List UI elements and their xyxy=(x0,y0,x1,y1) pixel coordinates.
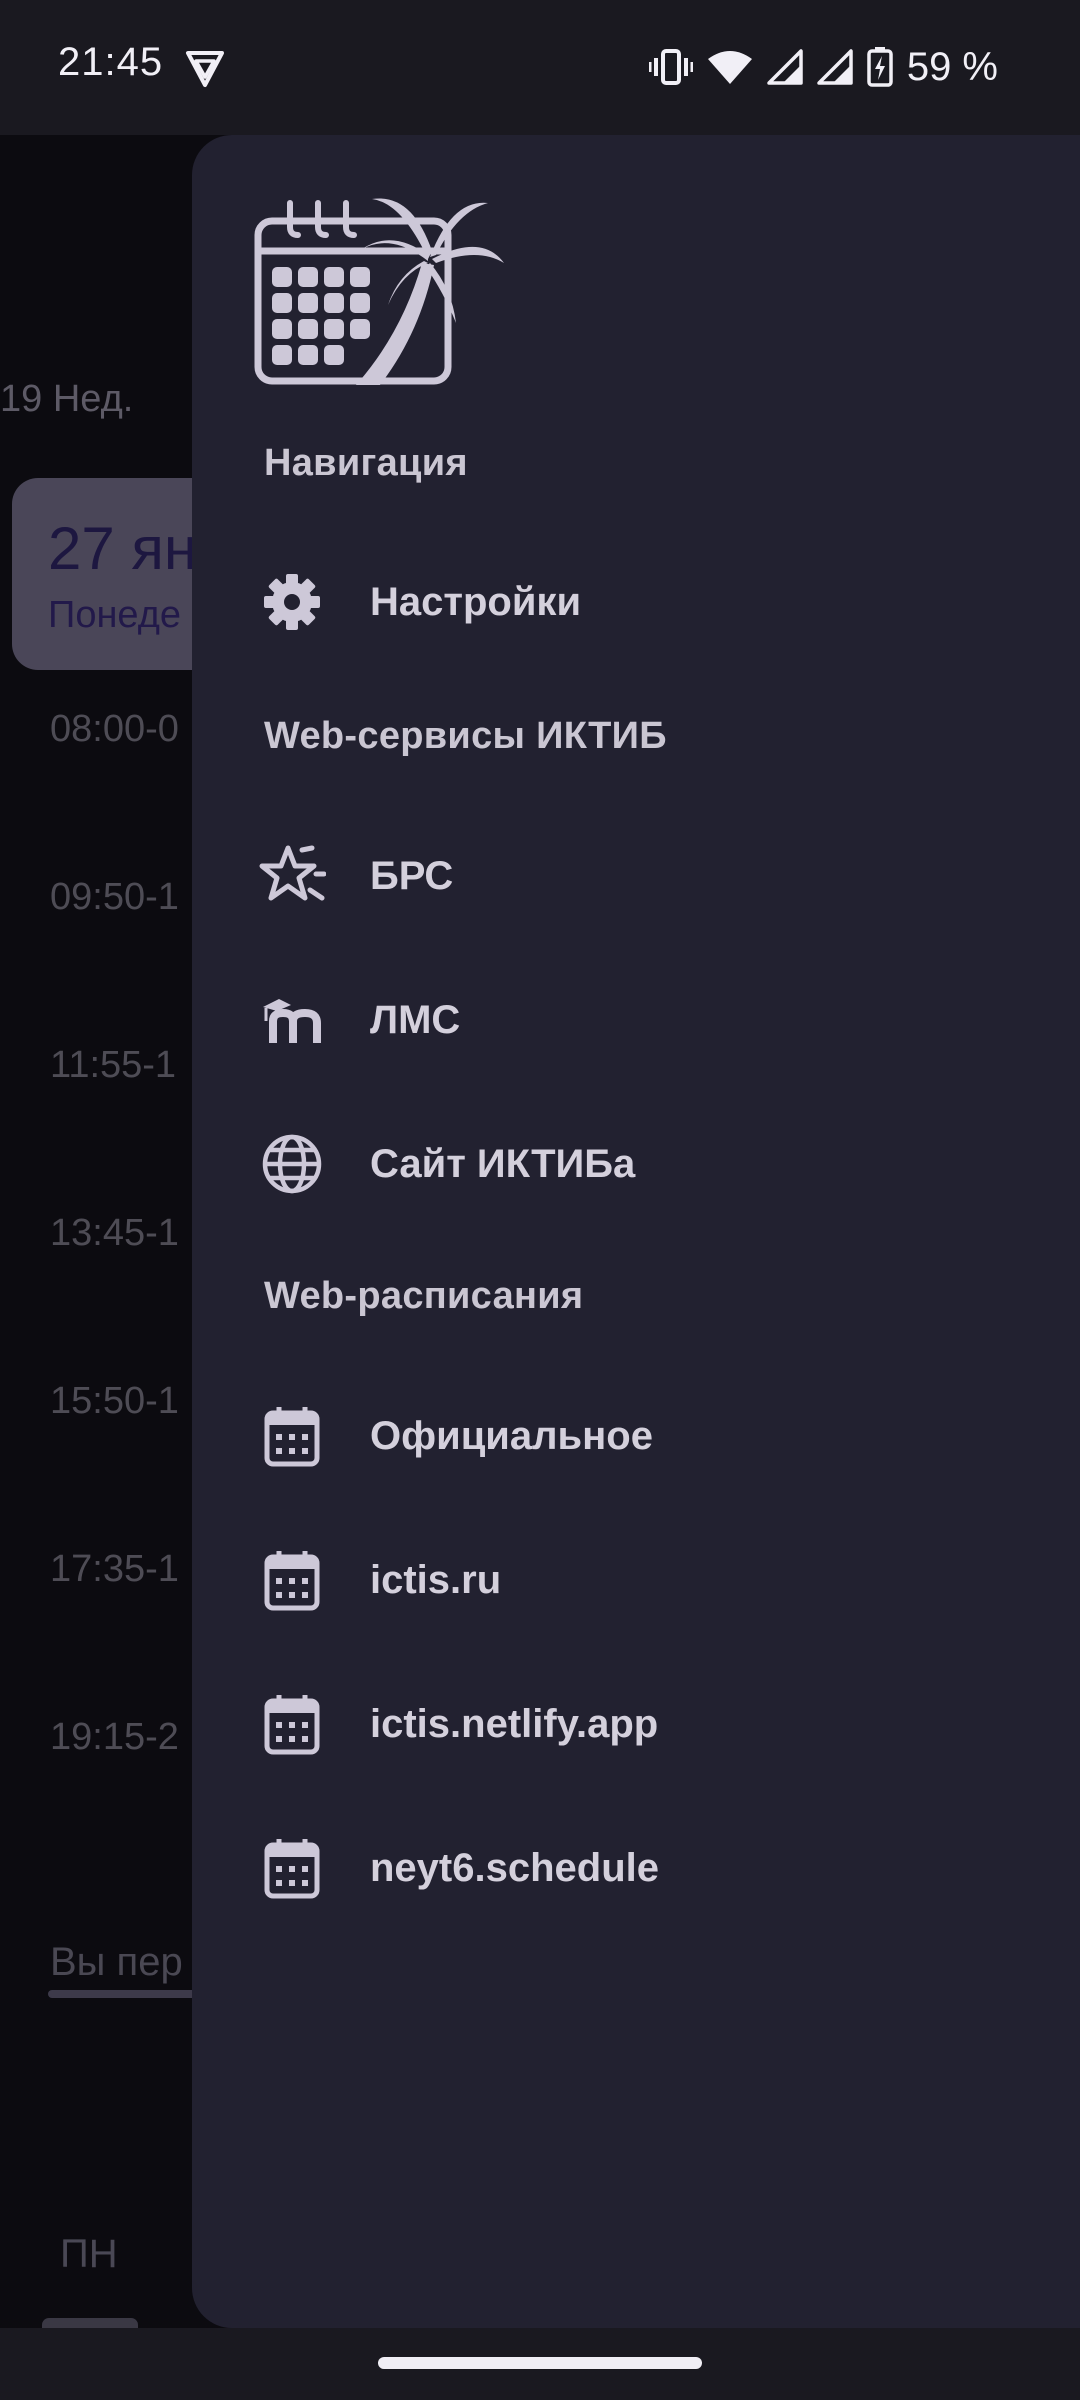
day-card-weekday: Понеде xyxy=(48,594,182,636)
navigation-drawer: Навигация Настройки Web-сервисы ИКТИБ БР… xyxy=(192,135,1080,2328)
lesson-time: 09:50-1 xyxy=(50,876,179,918)
nav-item-label: Настройки xyxy=(370,579,582,624)
lesson-time: 15:50-1 xyxy=(50,1380,179,1422)
nav-item-settings[interactable]: Настройки xyxy=(232,537,1040,667)
lesson-time: 11:55-1 xyxy=(50,1044,177,1086)
lesson-time: 13:45-1 xyxy=(50,1212,179,1254)
background-link: Вы пер xyxy=(50,1940,183,1984)
nav-item-label: neyt6.schedule xyxy=(370,1845,660,1890)
battery-charging-icon xyxy=(867,47,893,87)
nav-item-neyt6-schedule[interactable]: neyt6.schedule xyxy=(232,1803,1040,1933)
wifi-icon xyxy=(707,49,753,85)
nav-item-label: БРС xyxy=(370,853,454,898)
status-icons: 59 % xyxy=(648,42,998,92)
signal-icon xyxy=(817,49,853,85)
status-time: 21:45 xyxy=(58,40,164,84)
lesson-time: 19:15-2 xyxy=(50,1716,179,1758)
calendar-icon xyxy=(256,1832,328,1904)
nav-item-label: ictis.ru xyxy=(370,1557,502,1602)
nav-item-lms[interactable]: ЛМС xyxy=(232,955,1040,1085)
calendar-icon xyxy=(256,1544,328,1616)
week-label: 19 Нед. xyxy=(0,378,134,420)
nav-item-ictis-ru[interactable]: ictis.ru xyxy=(232,1515,1040,1645)
calendar-icon xyxy=(256,1400,328,1472)
nav-item-label: ЛМС xyxy=(370,997,461,1042)
vibrate-icon xyxy=(648,49,693,85)
gesture-handle[interactable] xyxy=(378,2357,702,2369)
app-logo xyxy=(252,193,508,393)
lesson-time: 17:35-1 xyxy=(50,1548,179,1590)
nav-item-label: ictis.netlify.app xyxy=(370,1701,659,1746)
screen: 21:45 59 % 19 Нед. 27 ян Понеде 08:00-0 … xyxy=(0,0,1080,2400)
day-card-date: 27 ян xyxy=(48,515,198,582)
nav-item-ictis-netlify[interactable]: ictis.netlify.app xyxy=(232,1659,1040,1789)
nav-item-brs[interactable]: БРС xyxy=(232,811,1040,941)
nav-item-label: Официальное xyxy=(370,1413,653,1458)
section-header-web-schedules: Web-расписания xyxy=(264,1275,584,1317)
nav-item-official-schedule[interactable]: Официальное xyxy=(232,1371,1040,1501)
gear-icon xyxy=(256,566,328,638)
bottom-day-label: ПН xyxy=(60,2232,118,2276)
nav-item-label: Сайт ИКТИБа xyxy=(370,1141,636,1186)
lesson-time: 08:00-0 xyxy=(50,708,179,750)
section-header-web-services: Web-сервисы ИКТИБ xyxy=(264,715,667,757)
moodle-icon xyxy=(256,984,328,1056)
signal-icon xyxy=(767,49,803,85)
battery-percent: 59 % xyxy=(906,44,998,89)
calendar-icon xyxy=(256,1688,328,1760)
globe-icon xyxy=(256,1128,328,1200)
star-icon xyxy=(256,840,328,912)
vpn-shield-icon xyxy=(184,47,226,89)
status-bar: 21:45 59 % xyxy=(0,0,1080,135)
nav-item-ictib-site[interactable]: Сайт ИКТИБа xyxy=(232,1099,1040,1229)
section-header-navigation: Навигация xyxy=(264,442,468,484)
